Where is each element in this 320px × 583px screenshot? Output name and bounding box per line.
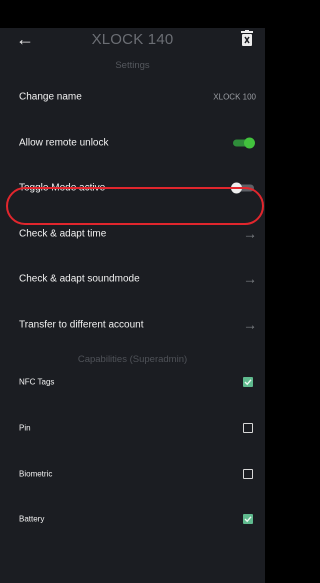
settings-screen: ← XLOCK 140 Settings Change name XLOCK 1… [0, 0, 265, 583]
biometric-label: Biometric [19, 469, 53, 479]
highlight-annotation [6, 187, 264, 225]
capability-row-battery: Battery [0, 497, 265, 541]
page-title: XLOCK 140 [91, 31, 174, 48]
page-subtitle: Settings [115, 60, 150, 71]
status-bar [0, 0, 265, 28]
change-name-row[interactable]: Change name XLOCK 100 [0, 75, 265, 119]
capability-row-pin: Pin [0, 406, 265, 450]
arrow-right-icon: → [243, 225, 257, 242]
allow-remote-unlock-row: Allow remote unlock [0, 121, 265, 165]
check-adapt-time-label: Check & adapt time [19, 228, 107, 240]
arrow-right-icon: → [243, 270, 257, 287]
trash-icon[interactable] [241, 30, 253, 46]
battery-checkbox[interactable] [243, 514, 253, 524]
check-adapt-soundmode-label: Check & adapt soundmode [19, 273, 140, 285]
pin-checkbox[interactable] [243, 423, 253, 433]
allow-remote-unlock-toggle[interactable] [231, 137, 255, 149]
nfc-tags-label: NFC Tags [19, 377, 55, 387]
check-adapt-soundmode-row[interactable]: Check & adapt soundmode → [0, 257, 265, 301]
capability-row-nfc: NFC Tags [0, 360, 265, 404]
allow-remote-unlock-label: Allow remote unlock [19, 137, 109, 149]
change-name-label: Change name [19, 91, 82, 103]
transfer-account-row[interactable]: Transfer to different account → [0, 303, 265, 347]
transfer-account-label: Transfer to different account [19, 319, 144, 331]
arrow-right-icon: → [243, 316, 257, 333]
biometric-checkbox[interactable] [243, 469, 253, 479]
battery-label: Battery [19, 514, 45, 524]
pin-label: Pin [19, 423, 31, 433]
device-name-value: XLOCK 100 [213, 92, 256, 102]
nfc-tags-checkbox[interactable] [243, 377, 253, 387]
capability-row-biometric: Biometric [0, 452, 265, 496]
